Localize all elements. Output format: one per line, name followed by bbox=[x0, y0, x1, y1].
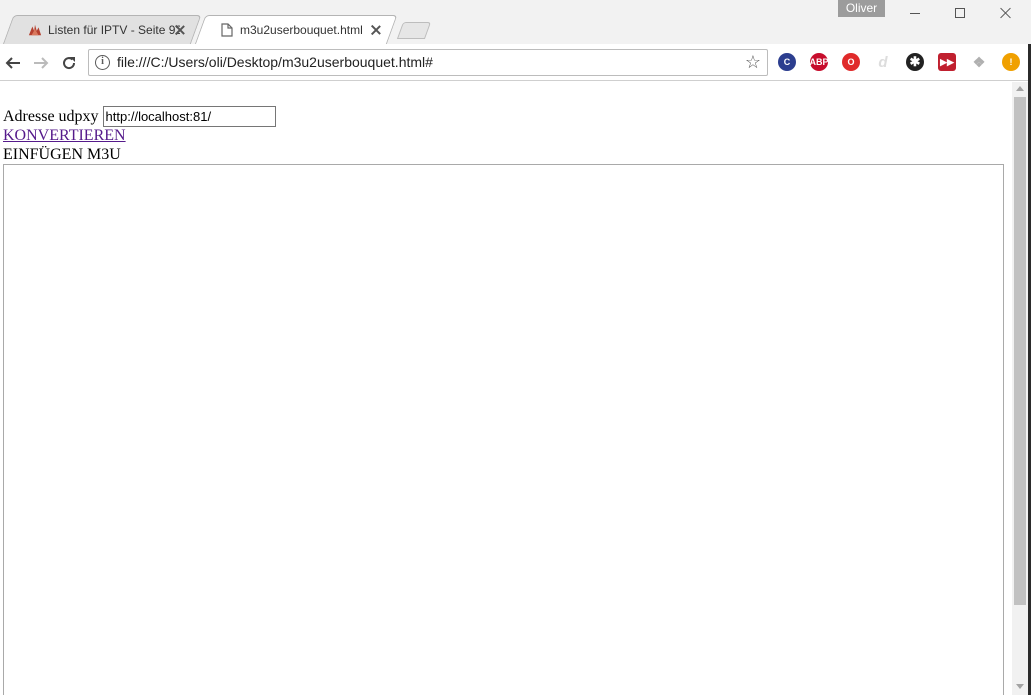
opera-extension-icon[interactable]: O bbox=[842, 53, 860, 71]
profile-button[interactable]: Oliver bbox=[838, 0, 885, 17]
info-icon[interactable]: i bbox=[95, 55, 110, 70]
arrow-right-icon bbox=[34, 57, 49, 69]
page-content: Adresse udpxy KONVERTIEREN EINFÜGEN M3U bbox=[3, 106, 1008, 164]
dropbox-icon[interactable]: ❖ bbox=[970, 53, 988, 71]
back-button[interactable] bbox=[0, 50, 26, 76]
address-bar[interactable]: i file:///C:/Users/oli/Desktop/m3u2userb… bbox=[88, 49, 768, 76]
forum-favicon-icon bbox=[28, 23, 42, 37]
close-window-button[interactable] bbox=[983, 0, 1028, 26]
page-icon bbox=[220, 23, 234, 37]
url-text[interactable]: file:///C:/Users/oli/Desktop/m3u2userbou… bbox=[117, 54, 433, 70]
tab-title: Listen für IPTV - Seite 92 bbox=[48, 23, 180, 37]
extension-label: O bbox=[847, 57, 855, 67]
tab-close-icon[interactable] bbox=[174, 24, 186, 36]
gear-extension-icon[interactable]: ✱ bbox=[906, 53, 924, 71]
close-icon bbox=[1000, 7, 1012, 19]
tab-close-icon[interactable] bbox=[370, 24, 382, 36]
tab-m3u2userbouquet[interactable]: m3u2userbouquet.html bbox=[194, 15, 398, 45]
maximize-button[interactable] bbox=[937, 0, 982, 26]
convert-row: KONVERTIEREN bbox=[3, 126, 1008, 145]
scroll-up-arrow-icon[interactable] bbox=[1016, 86, 1024, 91]
reload-icon bbox=[63, 57, 76, 70]
udpxy-row: Adresse udpxy bbox=[3, 106, 1008, 127]
extension-label: ABP bbox=[809, 57, 829, 67]
forward-button[interactable] bbox=[28, 50, 54, 76]
c-extension-icon[interactable]: C bbox=[778, 53, 796, 71]
arrow-left-icon bbox=[5, 57, 20, 69]
paste-label-row: EINFÜGEN M3U bbox=[3, 145, 1008, 164]
minimize-icon bbox=[909, 12, 920, 14]
tab-title: m3u2userbouquet.html bbox=[240, 23, 363, 37]
paste-m3u-label: EINFÜGEN M3U bbox=[3, 146, 121, 163]
m3u-textarea[interactable] bbox=[3, 164, 1004, 695]
extension-label: ! bbox=[1009, 57, 1013, 67]
reload-button[interactable] bbox=[56, 50, 82, 76]
title-bar: Oliver Listen für IPTV - Seite 92 m3u2us… bbox=[0, 0, 1031, 45]
scrollbar-thumb[interactable] bbox=[1014, 97, 1026, 605]
udpxy-input[interactable] bbox=[102, 106, 276, 127]
play-extension-icon[interactable]: ▶▶ bbox=[938, 53, 956, 71]
convert-link[interactable]: KONVERTIEREN bbox=[3, 127, 126, 144]
scroll-down-arrow-icon[interactable] bbox=[1016, 684, 1024, 689]
bookmark-star-icon[interactable]: ☆ bbox=[745, 52, 761, 72]
udpxy-label: Adresse udpxy bbox=[3, 108, 99, 125]
new-tab-button[interactable] bbox=[396, 22, 432, 39]
toolbar: i file:///C:/Users/oli/Desktop/m3u2userb… bbox=[0, 44, 1031, 81]
adblock-plus-icon[interactable]: ABP bbox=[809, 53, 829, 71]
alert-extension-icon[interactable]: ! bbox=[1002, 53, 1020, 71]
tab-forum[interactable]: Listen für IPTV - Seite 92 bbox=[2, 15, 202, 45]
minimize-button[interactable] bbox=[892, 0, 937, 26]
maximize-icon bbox=[954, 8, 965, 18]
extension-label: C bbox=[783, 57, 791, 67]
d-extension-icon[interactable]: d bbox=[874, 53, 892, 71]
extension-label: d bbox=[878, 53, 888, 71]
